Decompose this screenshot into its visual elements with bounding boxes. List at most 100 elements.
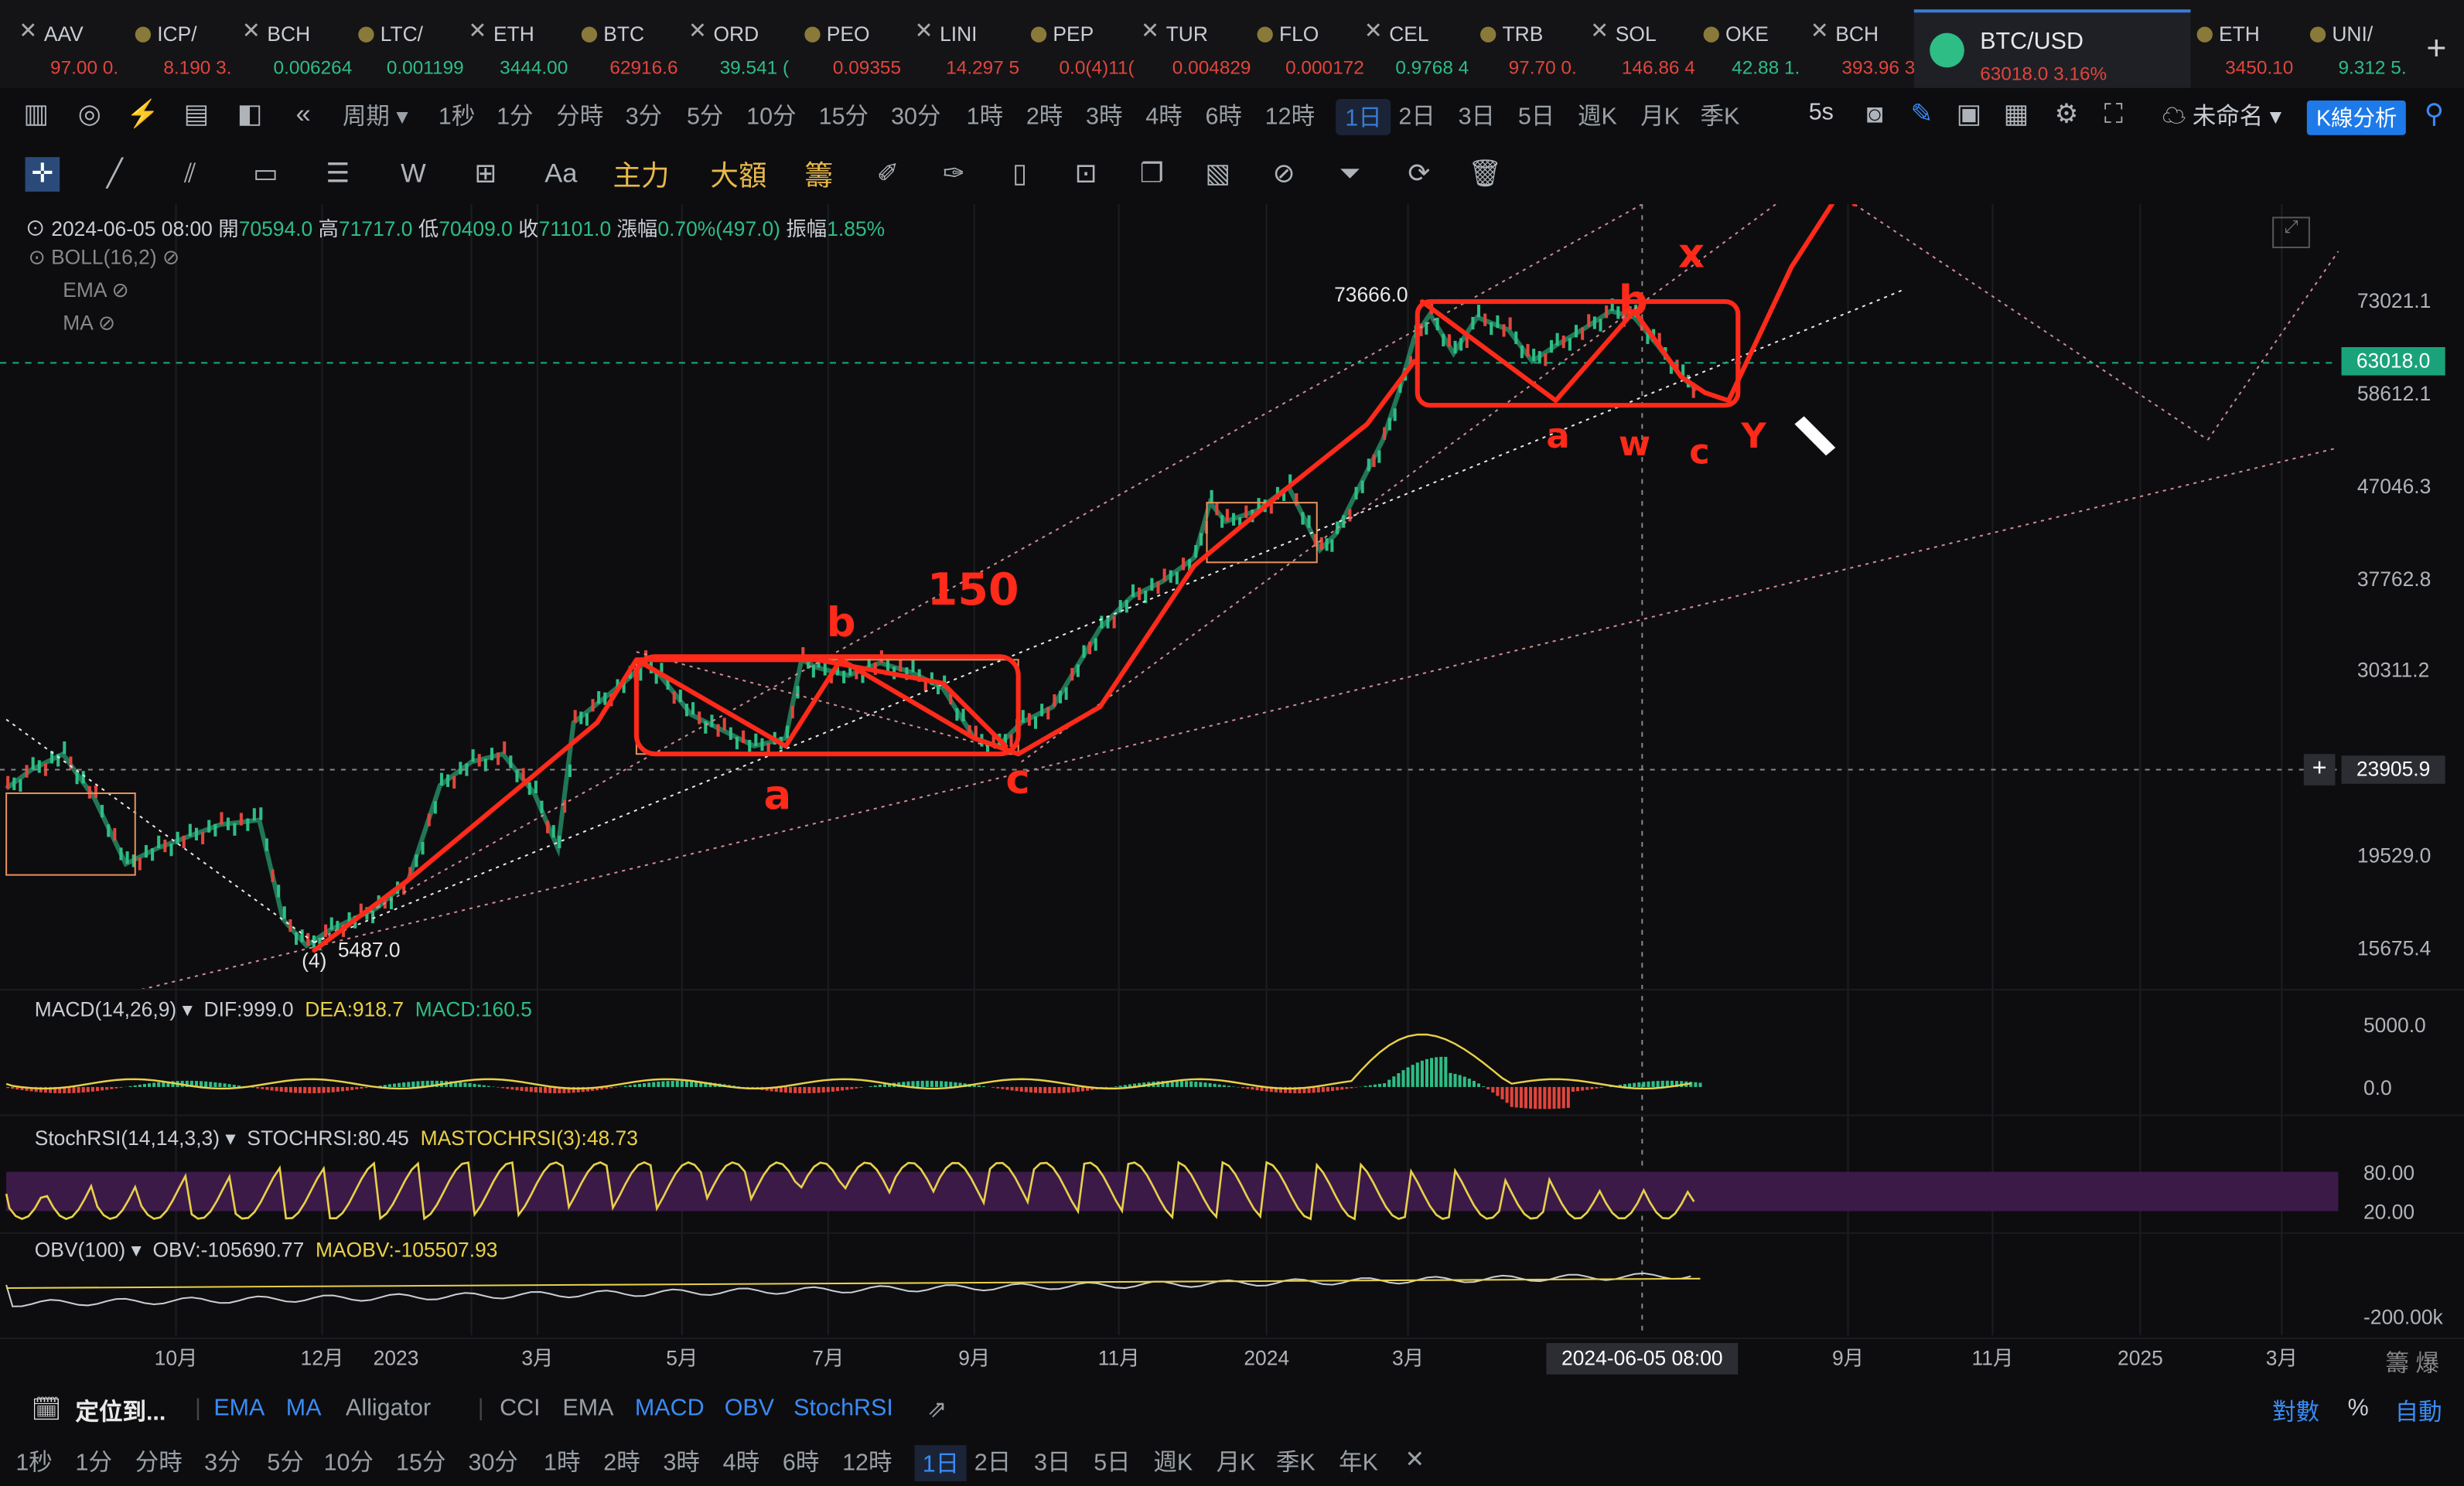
close-icon[interactable]: ✕ [469,17,487,44]
expand-icon[interactable]: ⤢ [2272,216,2310,249]
bottom-period-13[interactable]: 12時 [842,1445,892,1478]
period-18[interactable]: 週K [1578,99,1617,132]
ma-legend[interactable]: MA ⊘ [63,311,115,336]
edit-indicators-icon[interactable]: ⇗ [927,1395,947,1423]
bottom-period-12[interactable]: 6時 [783,1445,819,1478]
ind-macd[interactable]: MACD [635,1395,705,1422]
fullscreen-icon[interactable]: ⛶ [2097,97,2131,132]
ticker-tab[interactable]: UNI/9.312 5. [2309,12,2426,81]
ema-legend[interactable]: EMA ⊘ [63,278,128,304]
crosshair-tool-icon[interactable]: ✛ [25,157,60,192]
ticker-tab[interactable]: FLO 0.000172 [1257,12,1374,81]
stochrsi-name[interactable]: StochRSI(14,14,3,3) [35,1126,220,1150]
candle-icon[interactable]: ▯ [1002,157,1037,192]
bottom-period-11[interactable]: 4時 [723,1445,759,1478]
rewind-icon[interactable]: « [286,97,321,132]
bottom-period-3[interactable]: 3分 [204,1445,241,1478]
ticker-tab[interactable]: PEO 0.09355 [804,12,921,81]
large-order-label[interactable]: 大額 [710,154,766,195]
ticker-tab[interactable]: LTC/0.001199 [358,12,474,81]
period-19[interactable]: 月K [1640,99,1680,132]
period-7[interactable]: 30分 [891,99,940,132]
obv-name[interactable]: OBV(100) [35,1238,125,1261]
ticker-tab[interactable]: ✕ LINI 14.297 5 [915,12,1034,81]
close-icon[interactable]: ✕ [242,17,261,44]
bottom-period-1[interactable]: 1分 [76,1445,112,1478]
add-tab-icon[interactable]: + [2426,29,2446,70]
period-4[interactable]: 5分 [687,99,723,132]
eye-off-icon[interactable]: ⊘ [162,245,179,268]
lock-icon[interactable]: ⊡ [1069,157,1104,192]
close-icon[interactable]: ✕ [1141,17,1159,44]
calendar-icon[interactable]: ▤ [179,97,214,132]
ind-obv[interactable]: OBV [725,1395,774,1422]
parallel-channel-icon[interactable]: ⫽ [173,157,208,192]
ticker-tab[interactable]: ✕ TUR 0.004829 [1141,12,1260,81]
ind-cci[interactable]: CCI [500,1395,541,1422]
brush-icon[interactable]: ✑ [937,157,971,192]
k-analysis-button[interactable]: K線分析 [2306,101,2407,135]
pen-icon[interactable]: ✎ [1905,97,1940,132]
locate-button[interactable]: 定位到... [76,1395,166,1428]
period-9[interactable]: 2時 [1026,99,1063,132]
boll-legend[interactable]: ⊙ BOLL(16,2) ⊘ [29,245,180,271]
ticker-tab[interactable]: OKE 42.88 1. [1703,12,1820,81]
ind-ma[interactable]: MA [286,1395,322,1422]
eye-off-icon[interactable]: ⊘ [111,278,128,302]
camera-icon[interactable]: ◙ [1858,97,1892,132]
period-5[interactable]: 10分 [746,99,796,132]
calendar-locate-icon[interactable]: 🗓 [32,1395,62,1423]
bottom-period-2[interactable]: 分時 [135,1445,183,1478]
settings-icon[interactable]: ⚙ [2049,97,2084,132]
share-icon[interactable]: ⚲ [2417,97,2452,132]
copy-icon[interactable]: ❐ [1135,157,1169,192]
text-tool-icon[interactable]: Aa [544,157,578,192]
period-2[interactable]: 分時 [556,99,603,132]
close-icon[interactable]: ✕ [915,17,933,44]
period-0[interactable]: 1秒 [439,99,475,132]
bottom-period-16[interactable]: 3日 [1034,1445,1070,1478]
auto-scale-button[interactable]: 自動 [2395,1395,2442,1428]
period-20[interactable]: 季K [1701,99,1740,132]
save-icon[interactable]: ▦ [1999,97,2034,132]
ticker-tab[interactable]: ✕ AAV 97.00 0. [19,12,138,81]
bottom-period-18[interactable]: 週K [1153,1445,1193,1478]
fib-tool-icon[interactable]: ☰ [321,157,356,192]
period-13[interactable]: 12時 [1265,99,1315,132]
close-icon[interactable]: ✕ [1590,17,1609,44]
ticker-tab[interactable]: ✕ CEL 0.9768 4 [1364,12,1483,81]
period-17[interactable]: 5日 [1518,99,1555,132]
close-icon[interactable]: ✕ [1405,1445,1425,1474]
macd-name[interactable]: MACD(14,26,9) [35,997,177,1021]
ticker-tab[interactable]: ICP/8.190 3. [135,12,251,81]
chip-label[interactable]: 籌 [804,154,833,195]
ind-ema[interactable]: EMA [213,1395,264,1422]
bottom-period-0[interactable]: 1秒 [15,1445,52,1478]
bottom-period-4[interactable]: 5分 [267,1445,303,1478]
layout-name-dropdown[interactable]: ☁ 未命名 ▾ [2162,99,2281,132]
period-10[interactable]: 3時 [1086,99,1122,132]
bottom-period-21[interactable]: 年K [1339,1445,1378,1478]
ind-ema-sub[interactable]: EMA [562,1395,613,1422]
period-11[interactable]: 4時 [1145,99,1182,132]
ind-alligator[interactable]: Alligator [346,1395,431,1422]
wave-tool-icon[interactable]: W [396,157,431,192]
bottom-period-19[interactable]: 月K [1217,1445,1256,1478]
bottom-period-8[interactable]: 1時 [544,1445,580,1478]
interval-label[interactable]: 5s [1809,99,1834,126]
template-icon[interactable]: ▧ [1200,157,1235,192]
trendline-tool-icon[interactable]: ╱ [97,157,132,192]
period-3[interactable]: 3分 [626,99,662,132]
sync-icon[interactable]: ⟳ [1401,157,1436,192]
eye-off-icon[interactable]: ⊘ [98,311,115,334]
bottom-period-14[interactable]: 1日 [914,1445,968,1481]
window-icon[interactable]: ▣ [1952,97,1987,132]
close-icon[interactable]: ✕ [688,17,707,44]
period-8[interactable]: 1時 [967,99,1003,132]
ticker-tab[interactable]: BTC 62916.6 [581,12,698,81]
chart-type-icon[interactable]: ▥ [19,97,53,132]
filter-icon[interactable]: ⏷ [1333,157,1367,192]
bottom-period-17[interactable]: 5日 [1094,1445,1130,1478]
ticker-tab[interactable]: ✕ ORD 39.541 ( [688,12,807,81]
bottom-period-20[interactable]: 季K [1276,1445,1316,1478]
